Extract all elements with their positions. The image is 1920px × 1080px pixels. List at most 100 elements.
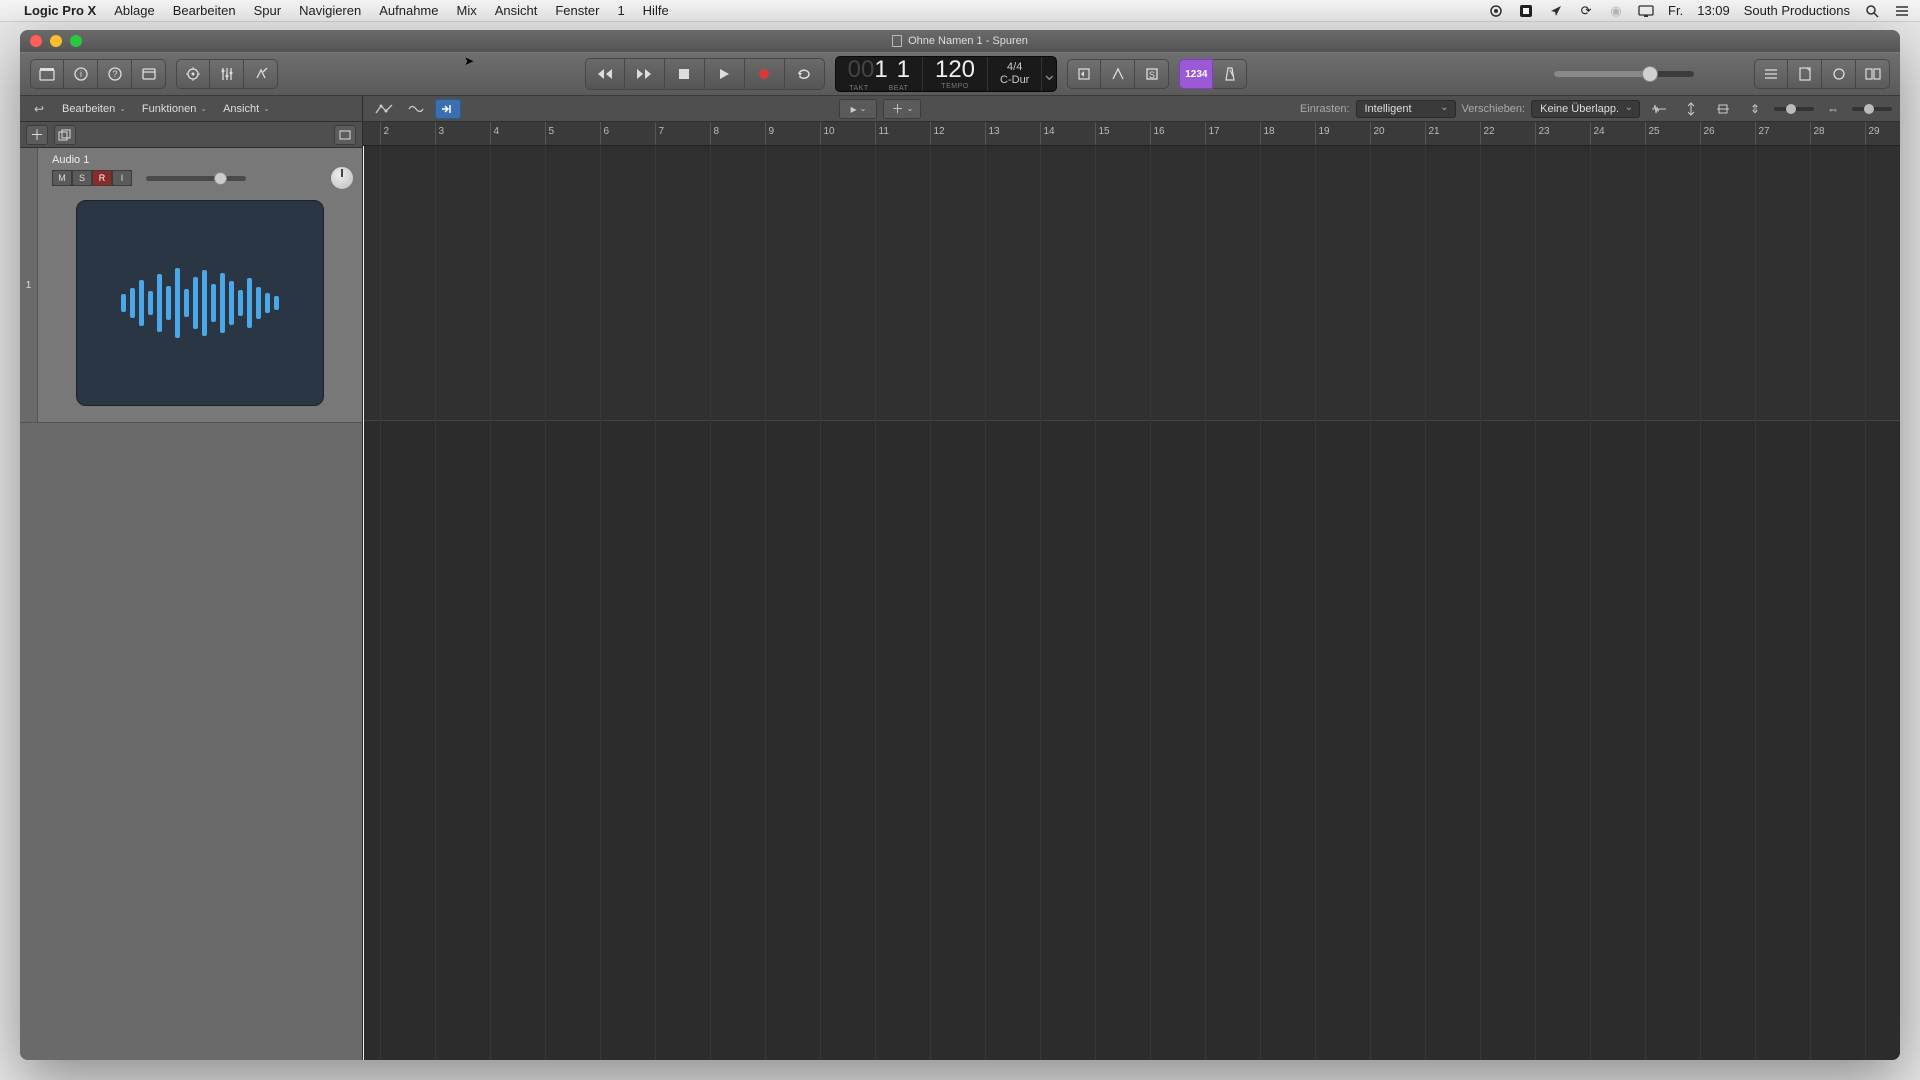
track-panel: ＋ 1 Audio 1 M S R I [20,122,363,1060]
rewind-button[interactable] [585,58,625,90]
pencil-tool-icon[interactable]: ＋⌄ [883,99,921,119]
ruler[interactable]: 2345678910111213141516171819202122232425… [363,122,1900,146]
quickhelp-button[interactable]: ? [98,59,132,89]
screenrec-icon[interactable] [1488,3,1504,19]
edit-menu[interactable]: Bearbeiten⌄ [56,101,132,117]
forward-button[interactable] [625,58,665,90]
spotlight-icon[interactable] [1864,3,1880,19]
svg-text:?: ? [112,69,117,79]
playhead[interactable] [363,146,364,1060]
add-track-button[interactable]: ＋ [26,125,48,145]
wifi-icon[interactable]: ◉ [1608,3,1624,19]
play-button[interactable] [705,58,745,90]
view-menu[interactable]: Ansicht⌄ [217,101,276,117]
browser-button[interactable] [1856,59,1890,89]
record-button[interactable] [745,58,785,90]
menu-fenster[interactable]: Fenster [555,3,599,18]
cycle-button[interactable] [785,58,825,90]
mixer-button[interactable] [210,59,244,89]
menubar-app-name[interactable]: Logic Pro X [24,3,96,18]
input-monitor-button[interactable]: I [112,170,132,186]
track-panel-header: ＋ [20,122,362,148]
vert-autozoom-icon[interactable] [1678,99,1704,119]
window-title: Ohne Namen 1 - Spuren [908,35,1028,47]
back-icon[interactable]: ↩ [26,99,52,119]
functions-menu[interactable]: Funktionen⌄ [136,101,213,117]
catch-icon[interactable] [435,99,461,119]
minimize-button[interactable] [50,35,62,47]
automation-icon[interactable] [371,99,397,119]
snap-select[interactable]: Intelligent [1356,100,1456,118]
zoom-button[interactable] [70,35,82,47]
mac-menubar: Logic Pro X Ablage Bearbeiten Spur Navig… [0,0,1920,22]
location-icon[interactable] [1548,3,1564,19]
tracks-header-bar: ↩ Bearbeiten⌄ Funktionen⌄ Ansicht⌄ ▸⌄ ＋⌄… [20,96,1900,122]
list-editors-button[interactable] [1754,59,1788,89]
flex-icon[interactable] [403,99,429,119]
lcd-bars-dim: 00 [848,56,875,83]
editors-button[interactable] [244,59,278,89]
track-row[interactable]: 1 Audio 1 M S R I [20,148,362,423]
content-area: ＋ 1 Audio 1 M S R I [20,122,1900,1060]
logic-window: Ohne Namen 1 - Spuren i ? 001 1 [20,30,1900,1060]
waveform-zoom-icon[interactable] [1646,99,1672,119]
smart-controls-button[interactable] [176,59,210,89]
loops-button[interactable] [1822,59,1856,89]
menu-ansicht[interactable]: Ansicht [495,3,538,18]
waveform-icon [121,268,279,338]
menu-1[interactable]: 1 [617,3,624,18]
menu-list-icon[interactable] [1894,3,1910,19]
menu-hilfe[interactable]: Hilfe [643,3,669,18]
solo-button[interactable]: S [72,170,92,186]
close-button[interactable] [30,35,42,47]
global-tracks-button[interactable] [334,125,356,145]
pointer-tool-icon[interactable]: ▸⌄ [839,99,877,119]
display-icon[interactable] [1638,3,1654,19]
stop-record-icon[interactable] [1518,3,1534,19]
titlebar: Ohne Namen 1 - Spuren [20,30,1900,52]
notepad-button[interactable] [1788,59,1822,89]
move-select[interactable]: Keine Überlapp. [1531,100,1640,118]
menu-spur[interactable]: Spur [254,3,281,18]
vzoom-slider[interactable] [1774,107,1814,111]
inspector-button[interactable]: i [64,59,98,89]
record-enable-button[interactable]: R [92,170,112,186]
arrange-grid[interactable] [363,146,1900,1060]
track-name[interactable]: Audio 1 [52,154,354,166]
transport [585,58,825,90]
solo-safe-button[interactable]: S [1135,59,1169,89]
lcd-tempo: 120 [935,58,975,82]
autopunch-button[interactable] [1101,59,1135,89]
hzoom-slider[interactable] [1852,107,1892,111]
stop-button[interactable] [665,58,705,90]
toolbar-toggle-button[interactable] [132,59,166,89]
track-volume-slider[interactable] [146,176,246,181]
replace-button[interactable] [1067,59,1101,89]
track-icon [76,200,324,406]
mute-button[interactable]: M [52,170,72,186]
lcd-display[interactable]: 001 1 TAKTBEAT 120 TEMPO 4/4 C-Dur ⌄ [835,56,1058,92]
master-volume-slider[interactable] [1554,71,1694,77]
metronome-button[interactable] [1213,59,1247,89]
menu-aufnahme[interactable]: Aufnahme [379,3,438,18]
menubar-time[interactable]: 13:09 [1697,3,1730,18]
duplicate-track-button[interactable] [54,125,76,145]
menubar-day[interactable]: Fr. [1668,3,1683,18]
main-toolbar: i ? 001 1 TAKTBEAT 120 TEMPO [20,52,1900,96]
sync-icon[interactable]: ⟳ [1578,3,1594,19]
hzoom-icon[interactable]: ⇔ [1820,99,1846,119]
menubar-user[interactable]: South Productions [1744,3,1850,18]
track-lane[interactable] [363,146,1900,421]
document-icon [892,35,902,47]
menu-mix[interactable]: Mix [457,3,477,18]
lcd-menu-chevron[interactable]: ⌄ [1042,57,1056,91]
vzoom-icon[interactable]: ⇕ [1742,99,1768,119]
arrange-area[interactable]: 2345678910111213141516171819202122232425… [363,122,1900,1060]
menu-navigieren[interactable]: Navigieren [299,3,361,18]
library-button[interactable] [30,59,64,89]
menu-bearbeiten[interactable]: Bearbeiten [173,3,236,18]
horiz-autozoom-icon[interactable] [1710,99,1736,119]
pan-knob[interactable] [330,166,354,190]
menu-ablage[interactable]: Ablage [114,3,154,18]
count-in-button[interactable]: 1234 [1179,59,1213,89]
